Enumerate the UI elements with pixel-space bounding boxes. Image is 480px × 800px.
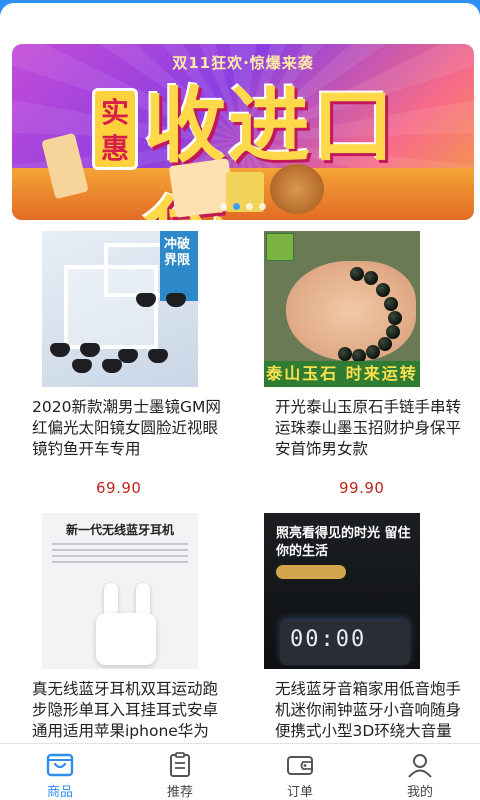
charging-case-image [96, 613, 156, 665]
banner-topline: 双11狂欢·惊爆来袭 [172, 54, 314, 72]
bead [364, 271, 378, 285]
carousel-dot[interactable] [246, 203, 253, 210]
product-image[interactable]: 新一代无线蓝牙耳机 [42, 513, 198, 669]
product-image[interactable]: 照亮看得见的时光 留住你的生活 00:00 [264, 513, 420, 669]
tab-recommend[interactable]: 推荐 [120, 744, 240, 800]
shop-bag-icon [46, 753, 74, 777]
page-sheet: 双11狂欢·惊爆来袭 实惠 收进口袋 冲破界限 2020新款潮男士墨镜G [0, 3, 480, 800]
clock-digits: 00:00 [290, 627, 367, 652]
image-pill [276, 565, 346, 579]
bead [384, 297, 398, 311]
tab-products[interactable]: 商品 [0, 744, 120, 800]
tab-label: 商品 [46, 785, 73, 800]
banner-badge: 实惠 [92, 88, 138, 170]
carousel-dot[interactable] [220, 203, 227, 210]
tab-label: 推荐 [166, 785, 193, 800]
display-box [64, 265, 158, 349]
bead [378, 337, 392, 351]
image-caption: 照亮看得见的时光 留住你的生活 [276, 526, 411, 559]
clipboard-icon [170, 752, 190, 777]
user-icon [408, 754, 432, 778]
sunglasses-image [136, 293, 186, 307]
promo-banner[interactable]: 双11狂欢·惊爆来袭 实惠 收进口袋 [12, 44, 474, 220]
sunglasses-image [118, 349, 168, 363]
bottom-tab-bar: 商品 推荐 订单 我的 [0, 743, 480, 800]
image-fineprint [52, 543, 188, 565]
bead [376, 283, 390, 297]
product-image[interactable]: 冲破界限 [42, 231, 198, 387]
carousel-dot[interactable] [259, 203, 266, 210]
bead [338, 347, 352, 361]
bead [366, 345, 380, 359]
tab-label: 我的 [406, 785, 433, 800]
bead [350, 267, 364, 281]
sunglasses-image [50, 343, 100, 357]
image-caption: 泰山玉石 时来运转 [264, 361, 420, 387]
carousel-dot-active[interactable] [233, 203, 240, 210]
product-image[interactable]: 泰山玉石 时来运转 [264, 231, 420, 387]
product-title[interactable]: 开光泰山玉原石手链手串转运珠泰山墨玉招财护身保平安首饰男女款 [275, 397, 465, 460]
bead [388, 311, 402, 325]
tab-profile[interactable]: 我的 [360, 744, 480, 800]
image-caption: 冲破界限 [160, 231, 198, 301]
image-caption: 新一代无线蓝牙耳机 [65, 523, 174, 537]
product-price: 69.90 [96, 479, 142, 497]
product-title[interactable]: 2020新款潮男士墨镜GM网红偏光太阳镜女圆脸近视眼镜钓鱼开车专用 [32, 397, 222, 460]
product-grid: 冲破界限 2020新款潮男士墨镜GM网红偏光太阳镜女圆脸近视眼镜钓鱼开车专用 6… [0, 231, 480, 795]
product-card[interactable]: 冲破界限 2020新款潮男士墨镜GM网红偏光太阳镜女圆脸近视眼镜钓鱼开车专用 6… [0, 231, 242, 513]
carousel-dots [12, 203, 474, 210]
product-title[interactable]: 无线蓝牙音箱家用低音炮手机迷你闹钟蓝牙小音响随身便携式小型3D环绕大音量 [275, 679, 465, 742]
tab-orders[interactable]: 订单 [240, 744, 360, 800]
tab-label: 订单 [286, 785, 313, 800]
wallet-icon [287, 756, 313, 775]
logo-cube [266, 233, 294, 261]
sunglasses-image [72, 359, 122, 373]
product-price: 99.90 [339, 479, 385, 497]
product-card[interactable]: 泰山玉石 时来运转 开光泰山玉原石手链手串转运珠泰山墨玉招财护身保平安首饰男女款… [242, 231, 480, 513]
product-title[interactable]: 真无线蓝牙耳机双耳运动跑步隐形单耳入耳挂耳式安卓通用适用苹果iphone华为 [32, 679, 222, 742]
